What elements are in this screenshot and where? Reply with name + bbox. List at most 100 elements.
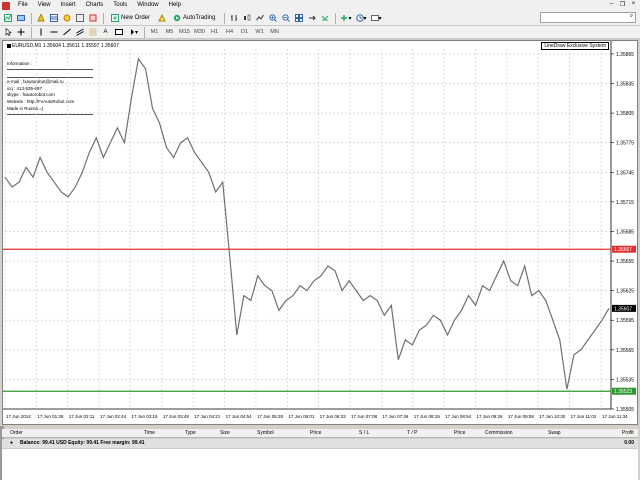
menu-insert[interactable]: Insert xyxy=(56,0,81,11)
profit-value: 0.00 xyxy=(624,440,634,446)
zoom-out-button[interactable] xyxy=(280,13,291,24)
col-time[interactable]: Time xyxy=(144,429,155,438)
arrows-button[interactable]: ▾ xyxy=(126,27,139,38)
menu-file[interactable]: File xyxy=(13,0,33,11)
x-tick-label: 17 Jun 05:28 xyxy=(257,414,284,419)
menu-tools[interactable]: Tools xyxy=(108,0,132,11)
x-tick-label: 17 Jun 04:21 xyxy=(194,414,221,419)
crosshair-button[interactable] xyxy=(15,27,26,38)
terminal-button[interactable] xyxy=(74,13,85,24)
trendline-button[interactable] xyxy=(61,27,72,38)
y-tick-label: 1.35745 xyxy=(616,170,634,176)
timeframe-mn[interactable]: MN xyxy=(268,27,281,38)
vertical-line-button[interactable] xyxy=(35,27,46,38)
timeframe-w1[interactable]: W1 xyxy=(253,27,266,38)
candlestick-icon xyxy=(243,14,251,21)
clock-icon xyxy=(355,14,364,22)
support-price-label: 1.35523 xyxy=(614,389,632,395)
col-profit[interactable]: Profit xyxy=(622,429,634,438)
col-price2[interactable]: Price xyxy=(454,429,465,438)
templates-button[interactable]: ▾ xyxy=(370,13,383,24)
autotrading-label: AutoTrading xyxy=(183,15,216,21)
strategy-tester-icon xyxy=(89,14,96,22)
search-icon[interactable]: ⌕ xyxy=(627,12,636,21)
text-button[interactable]: A xyxy=(100,27,111,38)
y-tick-label: 1.35655 xyxy=(616,259,634,265)
autotrading-button[interactable]: AutoTrading xyxy=(169,13,219,24)
terminal-header: Order Time Type Size Symbol Price S / L … xyxy=(2,429,638,438)
col-order[interactable]: Order xyxy=(10,429,23,438)
timeframe-h1[interactable]: H1 xyxy=(208,27,221,38)
strategy-tester-button[interactable] xyxy=(87,13,98,24)
terminal-icon xyxy=(75,14,84,22)
crosshair-icon xyxy=(17,28,24,36)
x-tick-label: 17 Jun 06:01 xyxy=(288,414,315,419)
indicators-button[interactable]: ▾ xyxy=(339,13,352,24)
balance-row[interactable]: ● Balance: 99.41 USD Equity: 99.41 Free … xyxy=(2,439,638,448)
close-icon[interactable]: × xyxy=(629,1,638,8)
timeframe-m30[interactable]: M30 xyxy=(193,27,206,38)
market-watch-button[interactable] xyxy=(35,13,46,24)
col-size[interactable]: Size xyxy=(220,429,230,438)
horizontal-line-button[interactable] xyxy=(48,27,59,38)
profiles-button[interactable] xyxy=(15,13,26,24)
col-sl[interactable]: S / L xyxy=(359,429,369,438)
terminal-body xyxy=(2,448,638,480)
text-label-icon xyxy=(114,29,123,35)
line-chart-button[interactable] xyxy=(254,13,265,24)
navigator-icon xyxy=(63,14,70,22)
metaeditor-button[interactable] xyxy=(156,13,167,24)
x-tick-label: 17 Jun 03:48 xyxy=(163,414,190,419)
drawing-toolbar: A ▾ M1 M5 M15 M30 H1 H4 D1 W1 MN xyxy=(0,26,640,39)
arrow-icon xyxy=(131,29,134,35)
navigator-button[interactable] xyxy=(61,13,72,24)
col-swap[interactable]: Swap xyxy=(548,429,561,438)
current-price-label: 1.35607 xyxy=(614,306,632,312)
minimize-icon[interactable]: – xyxy=(607,1,616,8)
tile-windows-icon xyxy=(294,14,303,22)
menu-charts[interactable]: Charts xyxy=(81,0,109,11)
timeframe-m15[interactable]: M15 xyxy=(178,27,191,38)
text-label-button[interactable] xyxy=(113,27,124,38)
col-symbol[interactable]: Symbol xyxy=(257,429,274,438)
col-type[interactable]: Type xyxy=(185,429,196,438)
price-series-line xyxy=(4,57,610,390)
data-window-button[interactable] xyxy=(48,13,59,24)
periods-button[interactable]: ▾ xyxy=(355,13,368,24)
menu-view[interactable]: View xyxy=(33,0,56,11)
bar-chart-button[interactable] xyxy=(228,13,239,24)
menu-bar: File View Insert Charts Tools Window Hel… xyxy=(0,0,640,11)
horizontal-line-icon xyxy=(50,31,57,33)
menu-window[interactable]: Window xyxy=(132,0,163,11)
timeframe-m5[interactable]: M5 xyxy=(163,27,176,38)
zoom-in-icon xyxy=(269,14,277,22)
x-tick-label: 17 Jun 11:02 xyxy=(571,414,597,419)
balance-text: Balance: 99.41 USD Equity: 99.41 Free ma… xyxy=(20,440,145,446)
new-order-button[interactable]: New Order xyxy=(107,13,154,24)
fibonacci-button[interactable] xyxy=(87,27,98,38)
search-input[interactable] xyxy=(540,12,636,23)
timeframe-h4[interactable]: H4 xyxy=(223,27,236,38)
col-tp[interactable]: T / P xyxy=(407,429,417,438)
chart-shift-button[interactable] xyxy=(306,13,317,24)
zoom-in-button[interactable] xyxy=(267,13,278,24)
col-price[interactable]: Price xyxy=(310,429,321,438)
x-tick-label: 17 Jun 10:30 xyxy=(539,414,566,419)
timeframe-m1[interactable]: M1 xyxy=(148,27,161,38)
tile-windows-button[interactable] xyxy=(293,13,304,24)
chevron-down-icon: ▾ xyxy=(378,15,382,22)
channel-button[interactable] xyxy=(74,27,85,38)
y-tick-label: 1.35565 xyxy=(616,348,634,354)
cursor-button[interactable] xyxy=(2,27,13,38)
candlestick-button[interactable] xyxy=(241,13,252,24)
chart-window[interactable]: EURUSD,M1 1.35604 1.35611 1.35597 1.3560… xyxy=(2,40,638,425)
restore-icon[interactable]: ❐ xyxy=(618,1,627,8)
col-commission[interactable]: Commission xyxy=(485,429,513,438)
timeframe-d1[interactable]: D1 xyxy=(238,27,251,38)
x-tick-label: 17 Jun 11:34 xyxy=(602,414,628,419)
autoscroll-button[interactable] xyxy=(319,13,330,24)
app-icon[interactable] xyxy=(2,1,10,10)
menu-help[interactable]: Help xyxy=(164,0,186,11)
y-tick-label: 1.35535 xyxy=(616,377,634,383)
new-chart-button[interactable] xyxy=(2,13,13,24)
